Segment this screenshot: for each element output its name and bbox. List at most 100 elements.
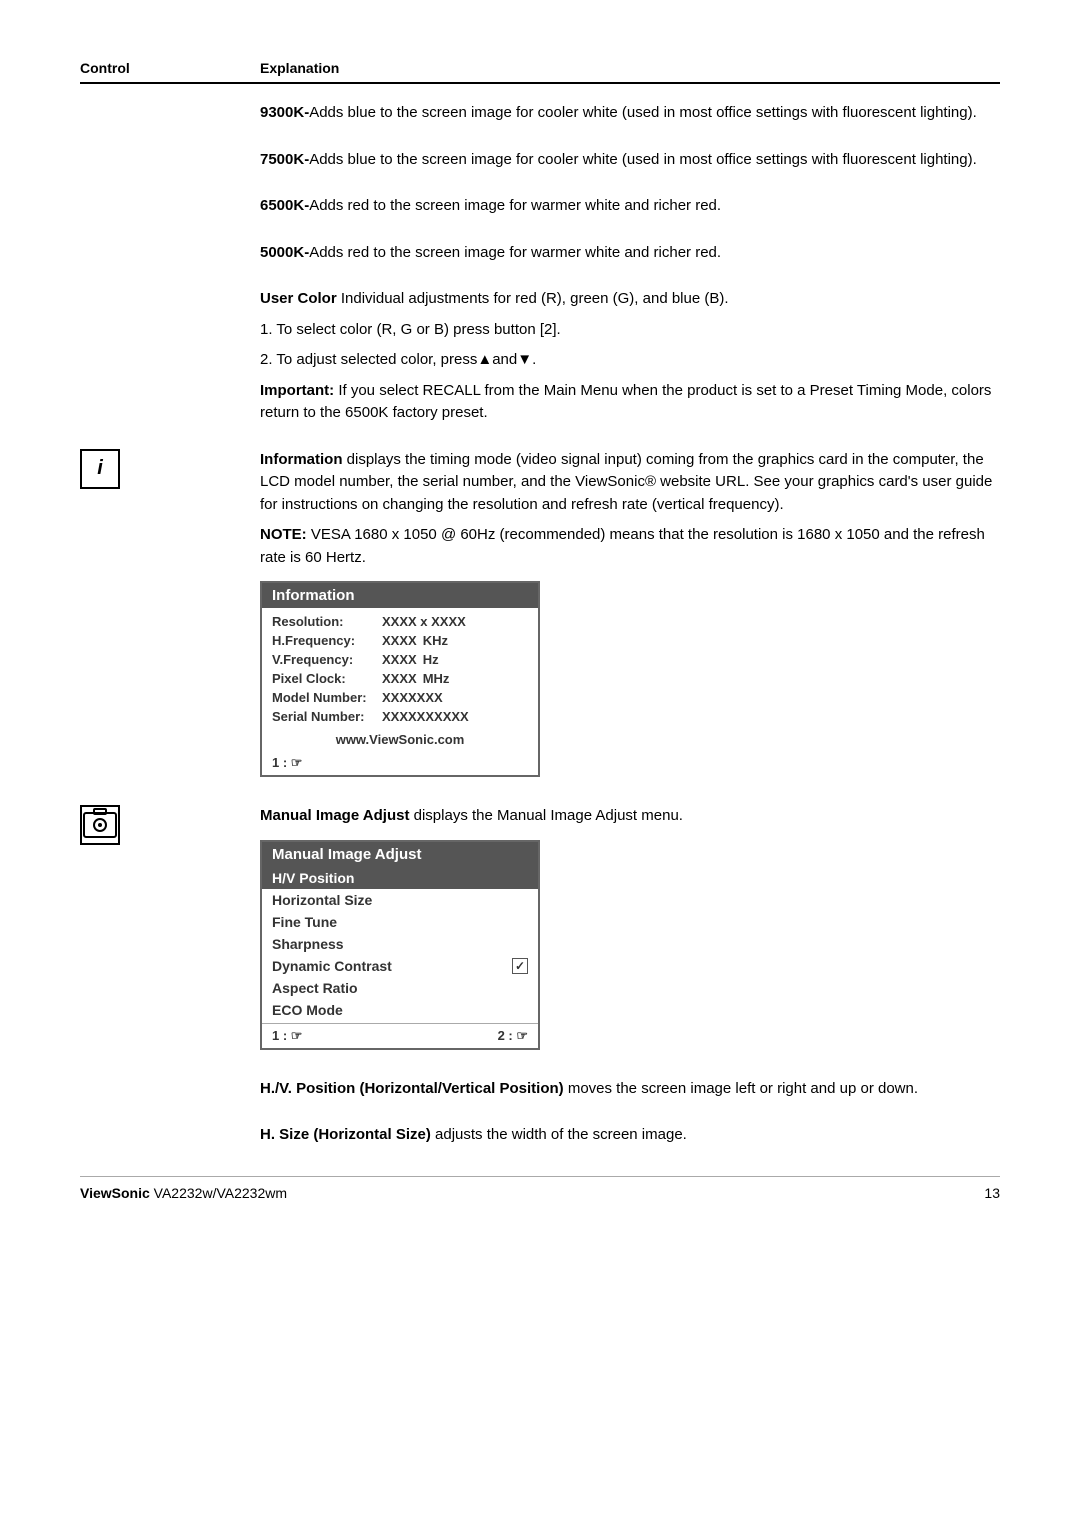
mia-item-label-dyncontrast: Dynamic Contrast [272, 958, 392, 974]
info-row-vfreq: V.Frequency: XXXX Hz [272, 650, 528, 669]
information-box: Information Resolution: XXXX x XXXX H.Fr… [260, 581, 540, 777]
k6500-text: Adds red to the screen image for warmer … [309, 197, 721, 214]
mia-item-label-ecomode: ECO Mode [272, 1002, 343, 1018]
mia-item-label-finetune: Fine Tune [272, 914, 337, 930]
user-color-important-bold: Important: [260, 382, 334, 399]
info-icon-box: i [80, 449, 120, 489]
info-row-pixelclock: Pixel Clock: XXXX MHz [272, 669, 528, 688]
footer-model: VA2232w/VA2232wm [154, 1185, 287, 1201]
mia-desc: displays the Manual Image Adjust menu. [409, 807, 683, 824]
mia-item-hsize[interactable]: Horizontal Size [262, 889, 538, 911]
hv-position-text: moves the screen image left or right and… [564, 1080, 918, 1097]
info-row-hfreq: H.Frequency: XXXX KHz [272, 631, 528, 650]
k5000-bold: 5000K- [260, 244, 309, 261]
k5000-text: Adds red to the screen image for warmer … [309, 244, 721, 261]
dynamic-contrast-checkbox[interactable]: ✓ [512, 958, 528, 974]
page: Control Explanation 9300K-Adds blue to t… [0, 0, 1080, 1231]
info-website: www.ViewSonic.com [262, 730, 538, 751]
info-row-resolution: Resolution: XXXX x XXXX [272, 612, 528, 631]
mia-icon-box [80, 805, 120, 845]
user-color-step1: 1. To select color (R, G or B) press but… [260, 321, 561, 338]
info-hfreq-unit: KHz [423, 633, 448, 648]
table-header: Control Explanation [80, 60, 1000, 84]
info-note-text: VESA 1680 x 1050 @ 60Hz (recommended) me… [260, 526, 985, 566]
info-row-serial: Serial Number: XXXXXXXXXX [272, 707, 528, 726]
info-box-table: Resolution: XXXX x XXXX H.Frequency: XXX… [262, 608, 538, 730]
h-size-bold: H. Size (Horizontal Size) [260, 1126, 431, 1143]
row-5000k: 5000K-Adds red to the screen image for w… [80, 242, 1000, 273]
info-resolution-label: Resolution: [272, 614, 382, 629]
explanation-7500k: 7500K-Adds blue to the screen image for … [260, 149, 1000, 180]
k7500-text: Adds blue to the screen image for cooler… [309, 151, 977, 168]
mia-item-label-hvposition: H/V Position [272, 870, 354, 886]
info-serial-label: Serial Number: [272, 709, 382, 724]
explanation-information: Information displays the timing mode (vi… [260, 449, 1000, 790]
info-vfreq-label: V.Frequency: [272, 652, 382, 667]
k7500-bold: 7500K- [260, 151, 309, 168]
row-9300k: 9300K-Adds blue to the screen image for … [80, 102, 1000, 133]
mia-nav-left: 1 : ☞ [272, 1028, 302, 1044]
header-explanation: Explanation [260, 60, 339, 76]
mia-item-dyncontrast[interactable]: Dynamic Contrast ✓ [262, 955, 538, 977]
mia-box-nav: 1 : ☞ 2 : ☞ [262, 1023, 538, 1048]
info-hfreq-value: XXXX [382, 633, 417, 648]
header-control: Control [80, 60, 260, 76]
info-model-value: XXXXXXX [382, 690, 443, 705]
info-box-title: Information [262, 583, 538, 608]
information-desc: displays the timing mode (video signal i… [260, 451, 992, 513]
user-color-step2: 2. To adjust selected color, press▲and▼. [260, 351, 536, 368]
k6500-bold: 6500K- [260, 197, 309, 214]
info-pixelclock-value: XXXX [382, 671, 417, 686]
row-7500k: 7500K-Adds blue to the screen image for … [80, 149, 1000, 180]
footer-brand: ViewSonic [80, 1185, 150, 1201]
info-row-model: Model Number: XXXXXXX [272, 688, 528, 707]
mia-box: Manual Image Adjust H/V Position Horizon… [260, 840, 540, 1050]
row-information: i Information displays the timing mode (… [80, 449, 1000, 790]
user-color-desc: Individual adjustments for red (R), gree… [337, 290, 729, 307]
page-footer: ViewSonic VA2232w/VA2232wm 13 [80, 1176, 1000, 1201]
h-size-text: adjusts the width of the screen image. [431, 1126, 687, 1143]
info-pixelclock-label: Pixel Clock: [272, 671, 382, 686]
mia-bold: Manual Image Adjust [260, 807, 409, 824]
info-serial-value: XXXXXXXXXX [382, 709, 469, 724]
hv-position-bold: H./V. Position (Horizontal/Vertical Posi… [260, 1080, 564, 1097]
footer-page: 13 [984, 1185, 1000, 1201]
control-col-info: i [80, 449, 260, 489]
info-hfreq-label: H.Frequency: [272, 633, 382, 648]
row-6500k: 6500K-Adds red to the screen image for w… [80, 195, 1000, 226]
user-color-important-text: If you select RECALL from the Main Menu … [260, 382, 991, 422]
info-nav: 1 : ☞ [262, 751, 538, 775]
info-icon: i [97, 457, 103, 480]
information-bold: Information [260, 451, 343, 468]
mia-box-title: Manual Image Adjust [262, 842, 538, 867]
mia-item-hvposition[interactable]: H/V Position [262, 867, 538, 889]
explanation-hv-desc: H./V. Position (Horizontal/Vertical Posi… [260, 1078, 1000, 1109]
mia-item-finetune[interactable]: Fine Tune [262, 911, 538, 933]
control-col-mia [80, 805, 260, 845]
mia-nav-right: 2 : ☞ [498, 1028, 528, 1044]
info-vfreq-value: XXXX [382, 652, 417, 667]
footer-brand-model: ViewSonic VA2232w/VA2232wm [80, 1185, 287, 1201]
row-hsize-desc: H. Size (Horizontal Size) adjusts the wi… [80, 1124, 1000, 1155]
explanation-9300k: 9300K-Adds blue to the screen image for … [260, 102, 1000, 133]
info-vfreq-unit: Hz [423, 652, 439, 667]
mia-item-label-sharpness: Sharpness [272, 936, 344, 952]
mia-item-label-aspectratio: Aspect Ratio [272, 980, 358, 996]
mia-item-label-hsize: Horizontal Size [272, 892, 372, 908]
mia-item-aspectratio[interactable]: Aspect Ratio [262, 977, 538, 999]
row-hv-desc: H./V. Position (Horizontal/Vertical Posi… [80, 1078, 1000, 1109]
k9300-bold: 9300K- [260, 104, 309, 121]
explanation-6500k: 6500K-Adds red to the screen image for w… [260, 195, 1000, 226]
mia-item-ecomode[interactable]: ECO Mode [262, 999, 538, 1021]
info-note-bold: NOTE: [260, 526, 307, 543]
mia-item-sharpness[interactable]: Sharpness [262, 933, 538, 955]
info-resolution-value: XXXX x XXXX [382, 614, 466, 629]
explanation-user-color: User Color Individual adjustments for re… [260, 288, 1000, 433]
user-color-title: User Color [260, 290, 337, 307]
explanation-5000k: 5000K-Adds red to the screen image for w… [260, 242, 1000, 273]
explanation-mia: Manual Image Adjust displays the Manual … [260, 805, 1000, 1062]
info-model-label: Model Number: [272, 690, 382, 705]
k9300-text: Adds blue to the screen image for cooler… [309, 104, 977, 121]
row-mia: Manual Image Adjust displays the Manual … [80, 805, 1000, 1062]
row-user-color: User Color Individual adjustments for re… [80, 288, 1000, 433]
